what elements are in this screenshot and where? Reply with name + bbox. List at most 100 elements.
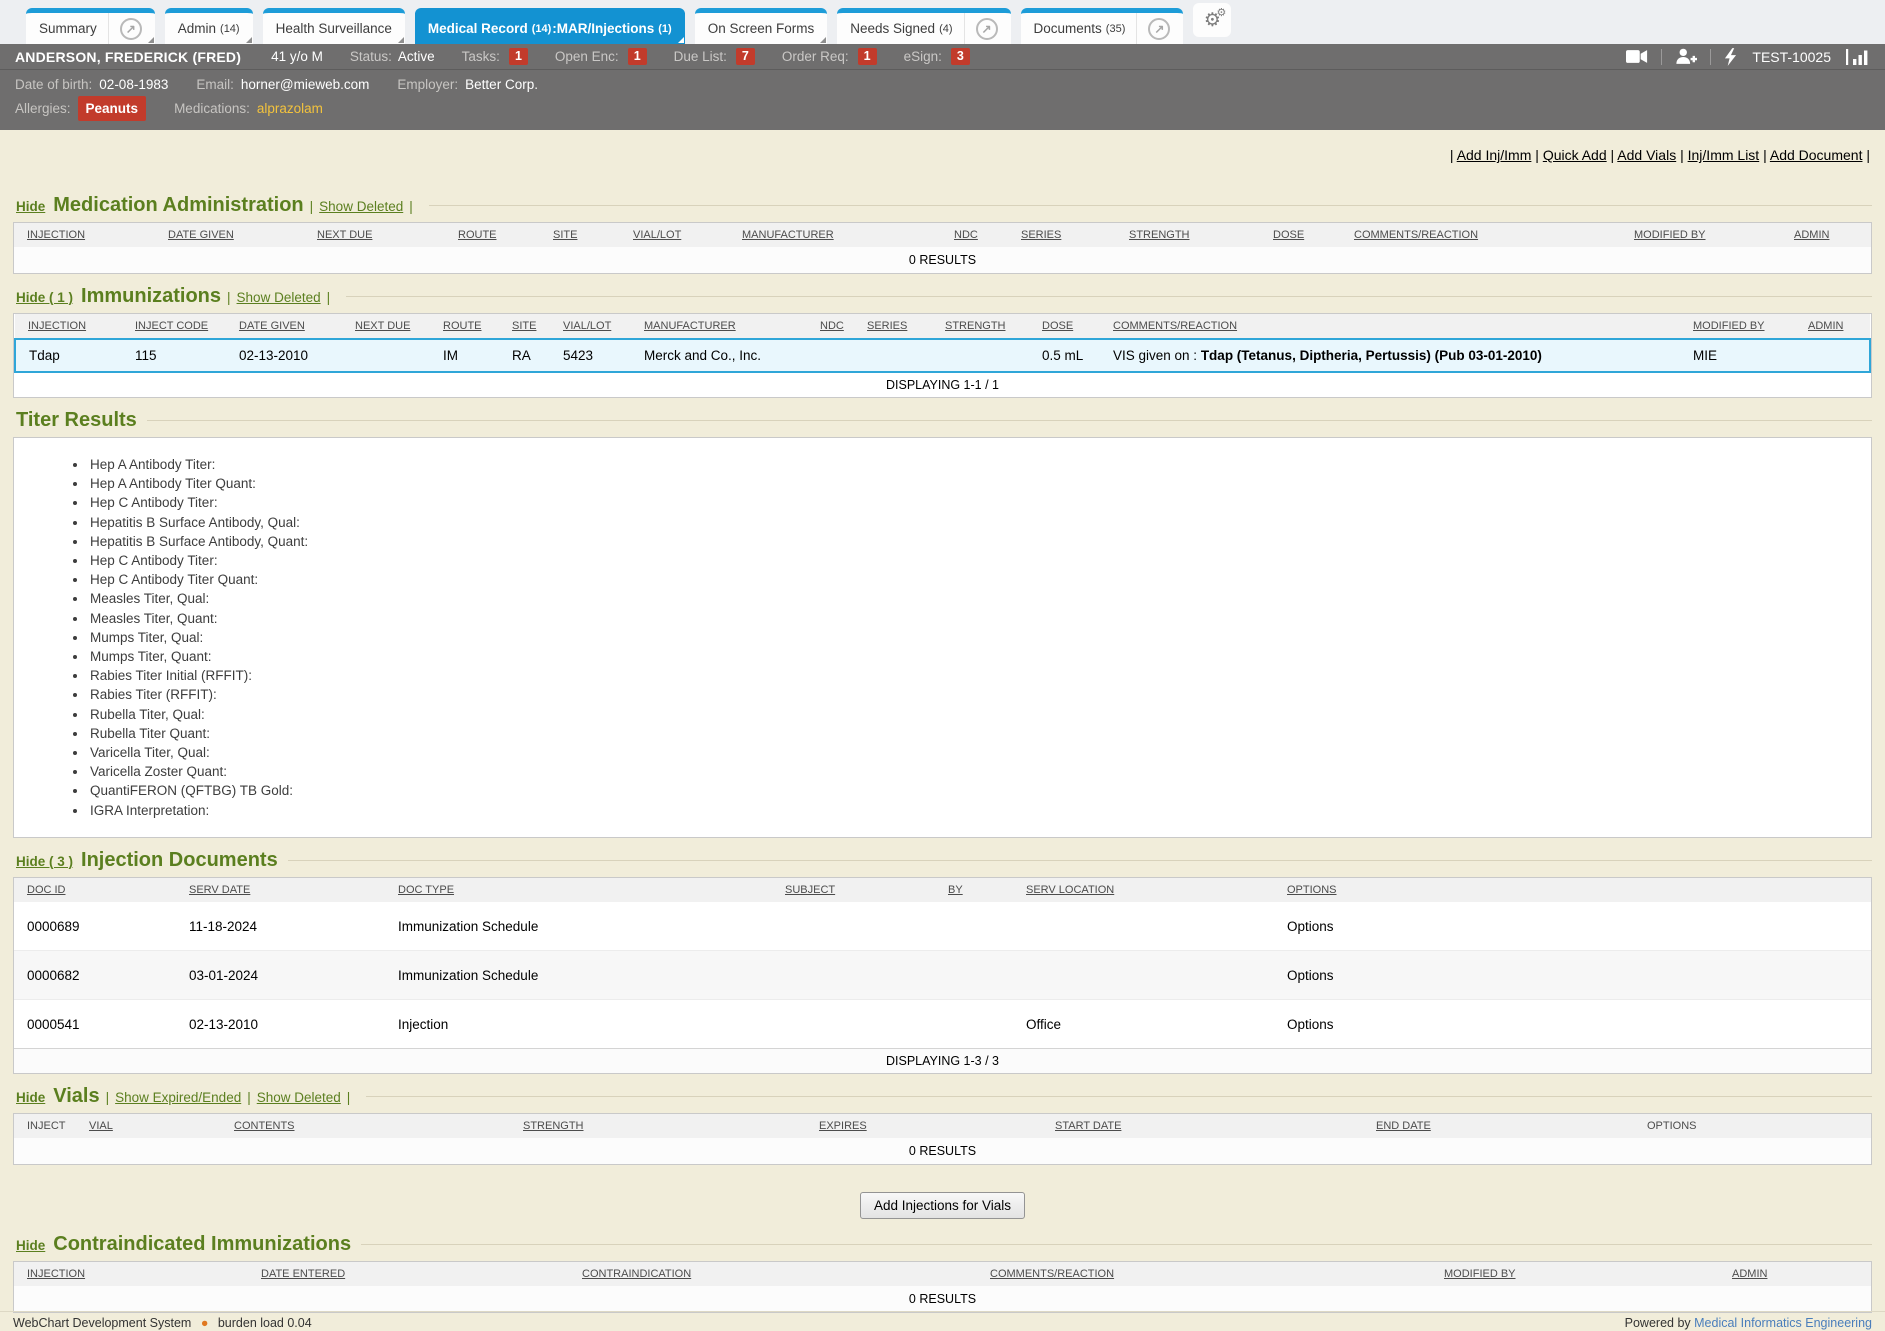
add-injections-for-vials-button[interactable]: Add Injections for Vials xyxy=(860,1192,1025,1219)
column-header[interactable]: COMMENTS/REACTION xyxy=(1100,314,1680,339)
tab-on-screen-forms[interactable]: On Screen Forms xyxy=(695,8,828,44)
column-header[interactable]: STRENGTH xyxy=(510,1114,806,1138)
options-link[interactable]: Options xyxy=(1287,1017,1334,1032)
column-header[interactable]: DATE GIVEN xyxy=(155,223,304,247)
column-header[interactable]: MODIFIED BY xyxy=(1431,1262,1719,1286)
video-camera-icon[interactable] xyxy=(1626,49,1648,64)
tab-medical-record[interactable]: Medical Record (14) :MAR/Injections (1) xyxy=(415,8,685,44)
column-header[interactable]: NEXT DUE xyxy=(304,223,445,247)
column-header[interactable]: COMMENTS/REACTION xyxy=(977,1262,1431,1286)
popout-icon[interactable]: ↗ xyxy=(976,18,998,40)
order-req-count-badge[interactable]: 1 xyxy=(858,48,877,65)
column-header[interactable]: NDC xyxy=(807,314,854,339)
tab-documents[interactable]: Documents (35) ↗ xyxy=(1021,8,1184,44)
column-header[interactable]: DOSE xyxy=(1029,314,1100,339)
document-row[interactable]: 0000689 11-18-2024 Immunization Schedule… xyxy=(14,902,1871,951)
due-list-count-badge[interactable]: 7 xyxy=(736,48,755,65)
column-header[interactable]: OPTIONS xyxy=(1274,878,1871,902)
column-header[interactable]: START DATE xyxy=(1042,1114,1363,1138)
column-header[interactable]: SUBJECT xyxy=(772,878,935,902)
show-deleted-link[interactable]: Show Deleted xyxy=(257,1090,341,1105)
column-header[interactable]: MODIFIED BY xyxy=(1621,223,1781,247)
add-vials-link[interactable]: Add Vials xyxy=(1617,147,1676,163)
column-header[interactable]: COMMENTS/REACTION xyxy=(1341,223,1621,247)
allergy-badge[interactable]: Peanuts xyxy=(78,96,147,121)
open-enc-count-badge[interactable]: 1 xyxy=(628,48,647,65)
titer-item: Mumps Titer, Quant: xyxy=(88,647,1871,666)
column-header[interactable]: INJECT CODE xyxy=(122,314,226,339)
column-header[interactable]: ROUTE xyxy=(430,314,499,339)
column-header[interactable]: SERV DATE xyxy=(176,878,385,902)
hide-vials-link[interactable]: Hide xyxy=(16,1090,45,1105)
column-header[interactable]: DOC ID xyxy=(14,878,176,902)
settings-gear-icon[interactable]: ⚙ ⚙ xyxy=(1193,3,1231,37)
column-header[interactable]: SITE xyxy=(499,314,550,339)
column-header[interactable]: ADMIN xyxy=(1781,223,1871,247)
column-header[interactable]: VIAL/LOT xyxy=(620,223,729,247)
column-header[interactable]: DATE GIVEN xyxy=(226,314,342,339)
options-link[interactable]: Options xyxy=(1287,919,1334,934)
column-header[interactable]: CONTENTS xyxy=(221,1114,510,1138)
column-header[interactable]: SERIES xyxy=(854,314,932,339)
popout-icon[interactable]: ↗ xyxy=(1148,18,1170,40)
tab-summary[interactable]: Summary ↗ xyxy=(26,8,155,44)
column-header[interactable]: INJECTION xyxy=(15,314,122,339)
column-header[interactable]: INJECTION xyxy=(14,223,155,247)
tasks-count-badge[interactable]: 1 xyxy=(509,48,528,65)
column-header[interactable]: DOSE xyxy=(1260,223,1341,247)
cell-date-given: 02-13-2010 xyxy=(226,339,342,372)
show-deleted-link[interactable]: Show Deleted xyxy=(319,199,403,214)
popout-icon[interactable]: ↗ xyxy=(120,18,142,40)
document-row[interactable]: 0000541 02-13-2010 Injection Office Opti… xyxy=(14,1000,1871,1049)
column-header[interactable]: DOC TYPE xyxy=(385,878,772,902)
column-header[interactable]: NDC xyxy=(941,223,1008,247)
show-deleted-link[interactable]: Show Deleted xyxy=(237,290,321,305)
quick-add-link[interactable]: Quick Add xyxy=(1543,147,1607,163)
column-header[interactable]: ROUTE xyxy=(445,223,540,247)
hide-immunizations-link[interactable]: Hide ( 1 ) xyxy=(16,290,73,305)
footer-powered-by: Powered by xyxy=(1625,1316,1694,1330)
tab-documents-label: Documents xyxy=(1034,21,1102,36)
hide-injection-documents-link[interactable]: Hide ( 3 ) xyxy=(16,854,73,869)
medication-value[interactable]: alprazolam xyxy=(257,97,323,120)
column-header[interactable]: SERV LOCATION xyxy=(1013,878,1274,902)
column-header[interactable]: MANUFACTURER xyxy=(729,223,941,247)
icon-separator xyxy=(1661,49,1662,65)
hide-medication-administration-link[interactable]: Hide xyxy=(16,199,45,214)
status-value: Active xyxy=(398,49,435,64)
column-header[interactable]: BY xyxy=(935,878,1013,902)
lightning-bolt-icon[interactable] xyxy=(1724,48,1737,66)
order-req-label: Order Req: xyxy=(782,49,849,64)
tab-needs-signed[interactable]: Needs Signed (4) ↗ xyxy=(837,8,1010,44)
column-header[interactable]: VIAL xyxy=(76,1114,221,1138)
column-header[interactable]: END DATE xyxy=(1363,1114,1634,1138)
column-header[interactable]: MANUFACTURER xyxy=(631,314,807,339)
column-header[interactable]: ADMIN xyxy=(1795,314,1870,339)
column-header[interactable]: DATE ENTERED xyxy=(248,1262,569,1286)
column-header[interactable]: STRENGTH xyxy=(932,314,1029,339)
bar-chart-icon[interactable] xyxy=(1846,49,1870,65)
hide-contraindicated-link[interactable]: Hide xyxy=(16,1238,45,1253)
esign-count-badge[interactable]: 3 xyxy=(951,48,970,65)
tab-admin[interactable]: Admin (14) xyxy=(165,8,253,44)
column-header[interactable]: SITE xyxy=(540,223,620,247)
column-header[interactable]: ADMIN xyxy=(1719,1262,1871,1286)
column-header[interactable]: MODIFIED BY xyxy=(1680,314,1795,339)
tab-health-surveillance[interactable]: Health Surveillance xyxy=(263,8,405,44)
column-header[interactable]: VIAL/LOT xyxy=(550,314,631,339)
add-inj-imm-link[interactable]: Add Inj/Imm xyxy=(1457,147,1532,163)
add-person-icon[interactable] xyxy=(1675,48,1697,65)
inj-imm-list-link[interactable]: Inj/Imm List xyxy=(1688,147,1760,163)
options-link[interactable]: Options xyxy=(1287,968,1334,983)
column-header[interactable]: EXPIRES xyxy=(806,1114,1042,1138)
column-header[interactable]: STRENGTH xyxy=(1116,223,1260,247)
column-header[interactable]: NEXT DUE xyxy=(342,314,430,339)
column-header[interactable]: INJECTION xyxy=(14,1262,248,1286)
column-header[interactable]: SERIES xyxy=(1008,223,1116,247)
immunization-row[interactable]: Tdap 115 02-13-2010 IM RA 5423 Merck and… xyxy=(15,339,1870,372)
column-header[interactable]: CONTRAINDICATION xyxy=(569,1262,977,1286)
document-row[interactable]: 0000682 03-01-2024 Immunization Schedule… xyxy=(14,951,1871,1000)
show-expired-ended-link[interactable]: Show Expired/Ended xyxy=(115,1090,241,1105)
footer-powered-link[interactable]: Medical Informatics Engineering xyxy=(1694,1316,1872,1330)
add-document-link[interactable]: Add Document xyxy=(1770,147,1863,163)
